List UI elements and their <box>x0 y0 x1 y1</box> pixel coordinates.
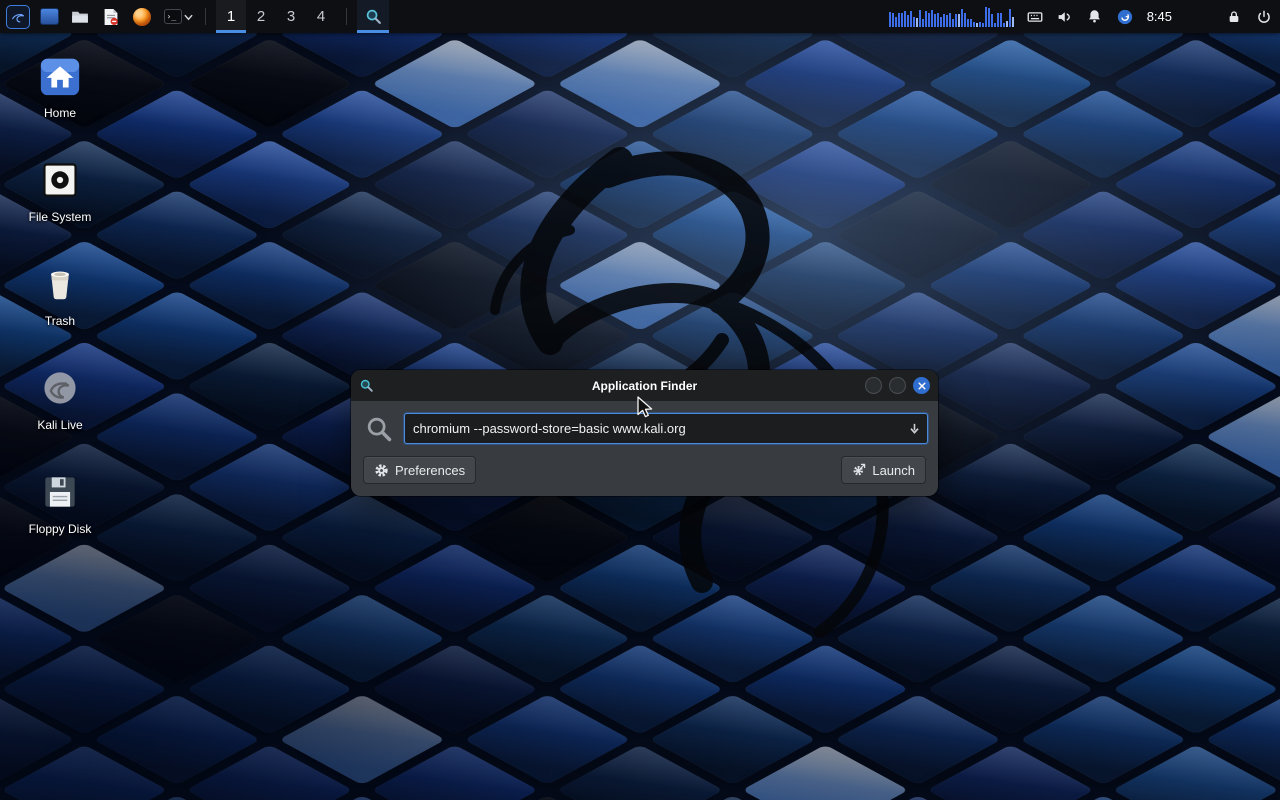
trash-icon <box>36 260 84 308</box>
updates-icon[interactable] <box>1115 7 1135 27</box>
gear-icon <box>374 463 389 478</box>
kali-logo-icon <box>6 5 30 29</box>
application-finder-task-icon <box>365 8 382 25</box>
desktop-icon-floppy-disk[interactable]: Floppy Disk <box>0 468 120 572</box>
desktop-icon-trash[interactable]: Trash <box>0 260 120 364</box>
taskbar-application-finder[interactable] <box>357 0 389 33</box>
file-manager-icon <box>40 8 59 25</box>
desktop-icon-file-system[interactable]: File System <box>0 156 120 260</box>
home-icon <box>36 52 84 100</box>
kali-menu-button[interactable] <box>6 5 30 29</box>
clock[interactable]: 8:45 <box>1147 9 1172 24</box>
maximize-button[interactable] <box>889 377 906 394</box>
notifications-icon[interactable] <box>1085 7 1105 27</box>
window-title: Application Finder <box>351 379 938 393</box>
preferences-label: Preferences <box>395 463 465 478</box>
panel-separator <box>346 8 347 25</box>
folder-launcher[interactable] <box>68 5 92 29</box>
dialog-body: Preferences Launch <box>351 401 938 496</box>
desktop-icon-list: Home File System Trash <box>0 52 120 572</box>
desktop-icon-label: Home <box>44 106 76 120</box>
application-finder-window: Application Finder <box>351 370 938 496</box>
launch-button[interactable]: Launch <box>841 456 926 484</box>
workspace-4[interactable]: 4 <box>306 0 336 33</box>
command-entry[interactable] <box>404 413 928 444</box>
workspace-3[interactable]: 3 <box>276 0 306 33</box>
desktop: Home File System Trash <box>0 0 1280 800</box>
close-button[interactable] <box>913 377 930 394</box>
file-system-icon <box>36 156 84 204</box>
desktop-icon-label: File System <box>29 210 92 224</box>
kali-live-icon <box>36 364 84 412</box>
top-panel: 1 2 3 4 <box>0 0 1280 33</box>
logout-icon[interactable] <box>1254 7 1274 27</box>
launch-label: Launch <box>872 463 915 478</box>
desktop-icon-label: Floppy Disk <box>29 522 92 536</box>
desktop-icon-home[interactable]: Home <box>0 52 120 156</box>
chevron-down-icon <box>184 13 193 21</box>
text-editor-launcher[interactable] <box>99 5 123 29</box>
keyboard-indicator-icon[interactable] <box>1025 7 1045 27</box>
volume-icon[interactable] <box>1055 7 1075 27</box>
panel-separator <box>205 8 206 25</box>
file-manager-launcher[interactable] <box>37 5 61 29</box>
window-icon <box>359 378 374 393</box>
folder-icon <box>71 9 89 25</box>
firefox-icon <box>133 8 151 26</box>
firefox-launcher[interactable] <box>130 5 154 29</box>
workspace-2[interactable]: 2 <box>246 0 276 33</box>
lock-icon[interactable] <box>1224 7 1244 27</box>
desktop-icon-label: Kali Live <box>37 418 82 432</box>
text-editor-icon <box>103 8 119 26</box>
minimize-button[interactable] <box>865 377 882 394</box>
preferences-button[interactable]: Preferences <box>363 456 476 484</box>
workspace-1[interactable]: 1 <box>216 0 246 33</box>
desktop-icon-label: Trash <box>45 314 75 328</box>
terminal-launcher[interactable] <box>161 5 195 29</box>
launch-icon <box>852 463 866 477</box>
panel-spacer <box>1184 16 1214 17</box>
workspace-switcher: 1 2 3 4 <box>216 0 336 33</box>
search-icon <box>365 415 393 443</box>
command-input[interactable] <box>413 421 908 436</box>
floppy-disk-icon <box>36 468 84 516</box>
close-icon <box>918 382 926 390</box>
entry-dropdown-arrow-icon[interactable] <box>908 422 921 435</box>
desktop-icon-kali-live[interactable]: Kali Live <box>0 364 120 468</box>
cpu-graph[interactable] <box>889 7 1015 27</box>
terminal-icon <box>164 9 182 24</box>
titlebar[interactable]: Application Finder <box>351 370 938 401</box>
